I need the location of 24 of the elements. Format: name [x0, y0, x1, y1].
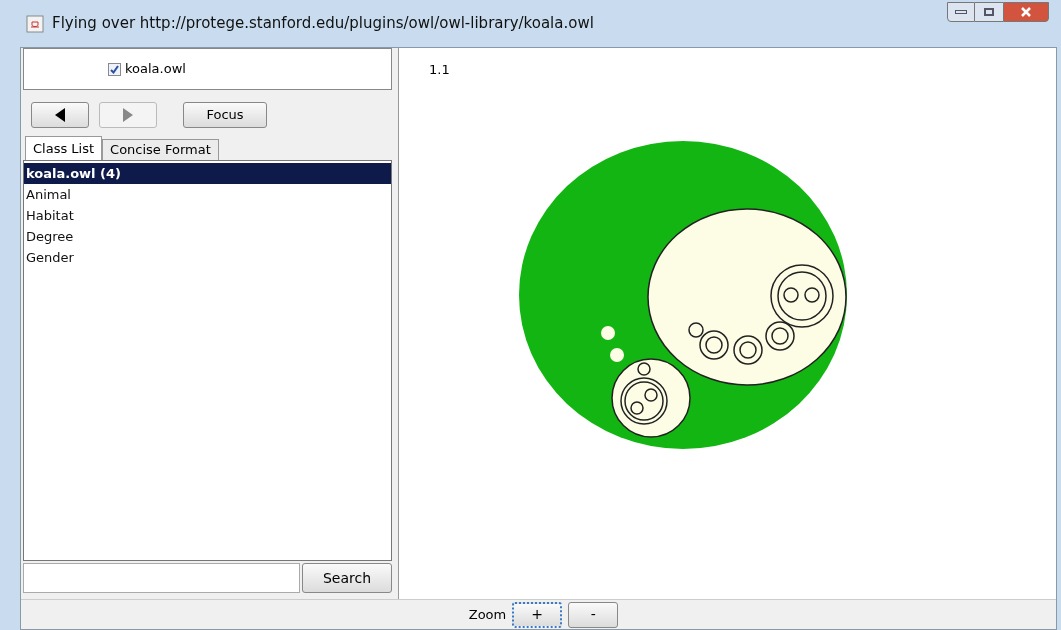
class-list-item[interactable]: Animal — [24, 184, 391, 205]
class-list-item[interactable]: Degree — [24, 226, 391, 247]
close-icon — [1021, 7, 1031, 17]
class-list-item[interactable]: koala.owl (4) — [24, 163, 391, 184]
left-arrow-icon — [55, 108, 65, 122]
focus-button[interactable]: Focus — [183, 102, 267, 128]
search-field[interactable] — [23, 563, 300, 593]
zoom-label: Zoom — [468, 605, 507, 624]
version-label: 1.1 — [429, 61, 450, 79]
search-button[interactable]: Search — [302, 563, 392, 593]
ontology-label: koala.owl — [125, 60, 186, 79]
zoom-button[interactable]: + — [512, 601, 563, 628]
tab[interactable]: Concise Format — [102, 139, 219, 160]
close-button[interactable] — [1003, 2, 1049, 22]
back-button[interactable] — [31, 102, 89, 128]
tab[interactable]: Class List — [25, 136, 103, 160]
class-list-item[interactable]: Gender — [24, 247, 391, 268]
maximize-button[interactable] — [975, 2, 1003, 22]
checkbox[interactable] — [108, 62, 121, 76]
class-list-item[interactable]: Habitat — [24, 205, 391, 226]
right-arrow-icon — [123, 108, 133, 122]
minimize-button[interactable] — [947, 2, 975, 22]
window-title: Flying over http://protege.stanford.edu/plugins/owl/owl-library/koala.owl — [52, 13, 594, 35]
zoom-button[interactable]: - — [568, 601, 619, 628]
